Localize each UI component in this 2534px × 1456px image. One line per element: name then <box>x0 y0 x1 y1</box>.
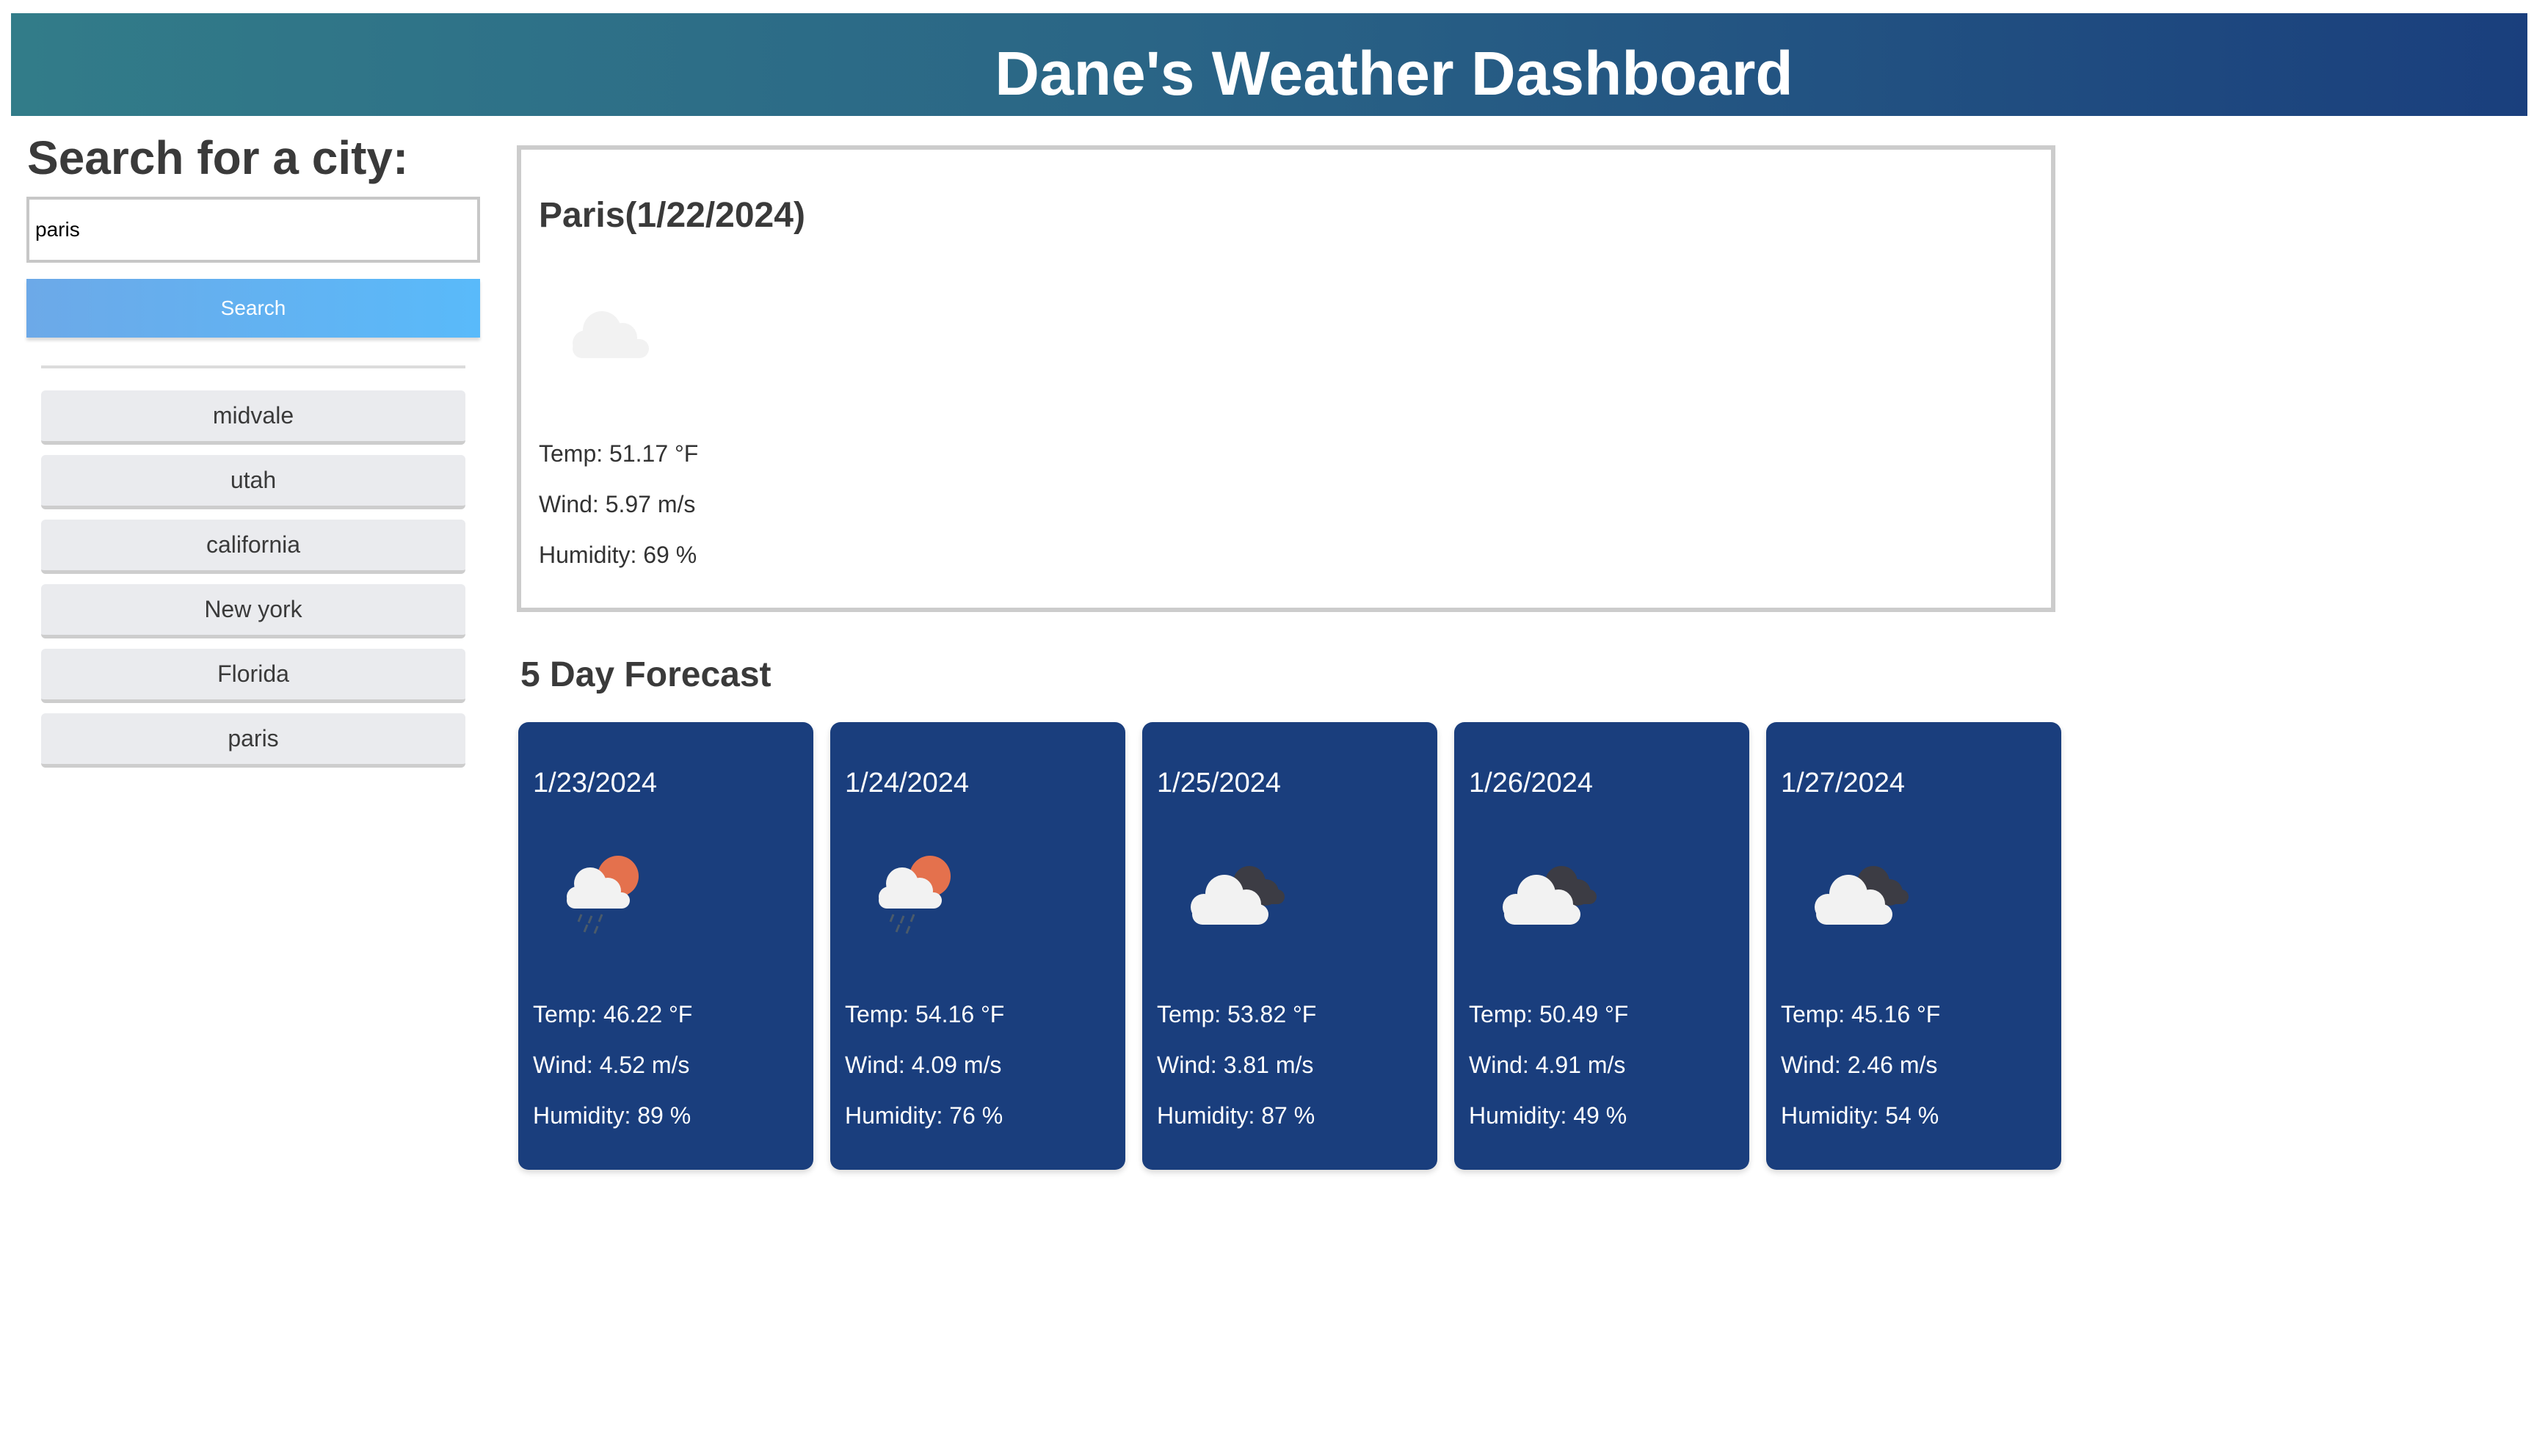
forecast-wind: Wind: 2.46 m/s <box>1781 1052 1938 1078</box>
forecast-date: 1/24/2024 <box>845 768 970 798</box>
forecast-card: 1/26/2024 Temp: 50.49 °F Wind: 4.91 m/s … <box>1454 722 1749 1170</box>
current-temp: Temp: 51.17 °F <box>539 440 699 467</box>
page-title: Dane's Weather Dashboard <box>995 39 1793 108</box>
divider <box>41 365 465 368</box>
forecast-temp: Temp: 54.16 °F <box>845 1001 1005 1027</box>
history-item-paris[interactable]: paris <box>41 713 465 768</box>
page-header: Dane's Weather Dashboard <box>11 13 2527 116</box>
forecast-date: 1/23/2024 <box>533 768 658 798</box>
broken-clouds-icon <box>1191 866 1285 925</box>
forecast-wind: Wind: 4.91 m/s <box>1469 1052 1626 1078</box>
forecast-humidity: Humidity: 89 % <box>533 1102 691 1129</box>
forecast-temp: Temp: 46.22 °F <box>533 1001 693 1027</box>
forecast-card: 1/24/2024 Temp: 54.16 °F Wind: 4.09 m/s … <box>830 722 1125 1170</box>
history-item-florida[interactable]: Florida <box>41 649 465 703</box>
forecast-wind: Wind: 3.81 m/s <box>1157 1052 1314 1078</box>
forecast-card: 1/25/2024 Temp: 53.82 °F Wind: 3.81 m/s … <box>1142 722 1437 1170</box>
forecast-temp: Temp: 50.49 °F <box>1469 1001 1629 1027</box>
forecast-date: 1/26/2024 <box>1469 768 1594 798</box>
current-city-date: Paris(1/22/2024) <box>539 196 805 235</box>
history-item-new-york[interactable]: New york <box>41 584 465 638</box>
forecast-date: 1/27/2024 <box>1781 768 1906 798</box>
rain-sun-cloud-icon <box>879 856 951 934</box>
current-weather-panel: Paris(1/22/2024) Temp: 51.17 °F Wind: 5.… <box>517 145 2055 612</box>
forecast-humidity: Humidity: 54 % <box>1781 1102 1939 1129</box>
search-history: midvale utah california New york Florida… <box>41 390 465 778</box>
search-heading: Search for a city: <box>27 131 409 184</box>
forecast-humidity: Humidity: 87 % <box>1157 1102 1315 1129</box>
forecast-wind: Wind: 4.52 m/s <box>533 1052 690 1078</box>
search-button[interactable]: Search <box>26 279 480 338</box>
broken-clouds-icon <box>1503 866 1597 925</box>
forecast-card: 1/27/2024 Temp: 45.16 °F Wind: 2.46 m/s … <box>1766 722 2061 1170</box>
forecast-heading: 5 Day Forecast <box>520 655 772 694</box>
search-input[interactable] <box>26 197 480 263</box>
forecast-wind: Wind: 4.09 m/s <box>845 1052 1002 1078</box>
forecast-humidity: Humidity: 49 % <box>1469 1102 1627 1129</box>
forecast-card: 1/23/2024 Temp: 46.22 °F Wind: 4.52 m/s … <box>518 722 813 1170</box>
history-item-california[interactable]: california <box>41 520 465 574</box>
rain-sun-cloud-icon <box>567 856 639 934</box>
history-item-utah[interactable]: utah <box>41 455 465 509</box>
forecast-temp: Temp: 53.82 °F <box>1157 1001 1317 1027</box>
forecast-temp: Temp: 45.16 °F <box>1781 1001 1941 1027</box>
history-item-midvale[interactable]: midvale <box>41 390 465 445</box>
current-wind: Wind: 5.97 m/s <box>539 491 696 517</box>
current-humidity: Humidity: 69 % <box>539 542 697 568</box>
forecast-date: 1/25/2024 <box>1157 768 1282 798</box>
cloud-icon <box>573 311 649 358</box>
forecast-humidity: Humidity: 76 % <box>845 1102 1003 1129</box>
broken-clouds-icon <box>1815 866 1909 925</box>
